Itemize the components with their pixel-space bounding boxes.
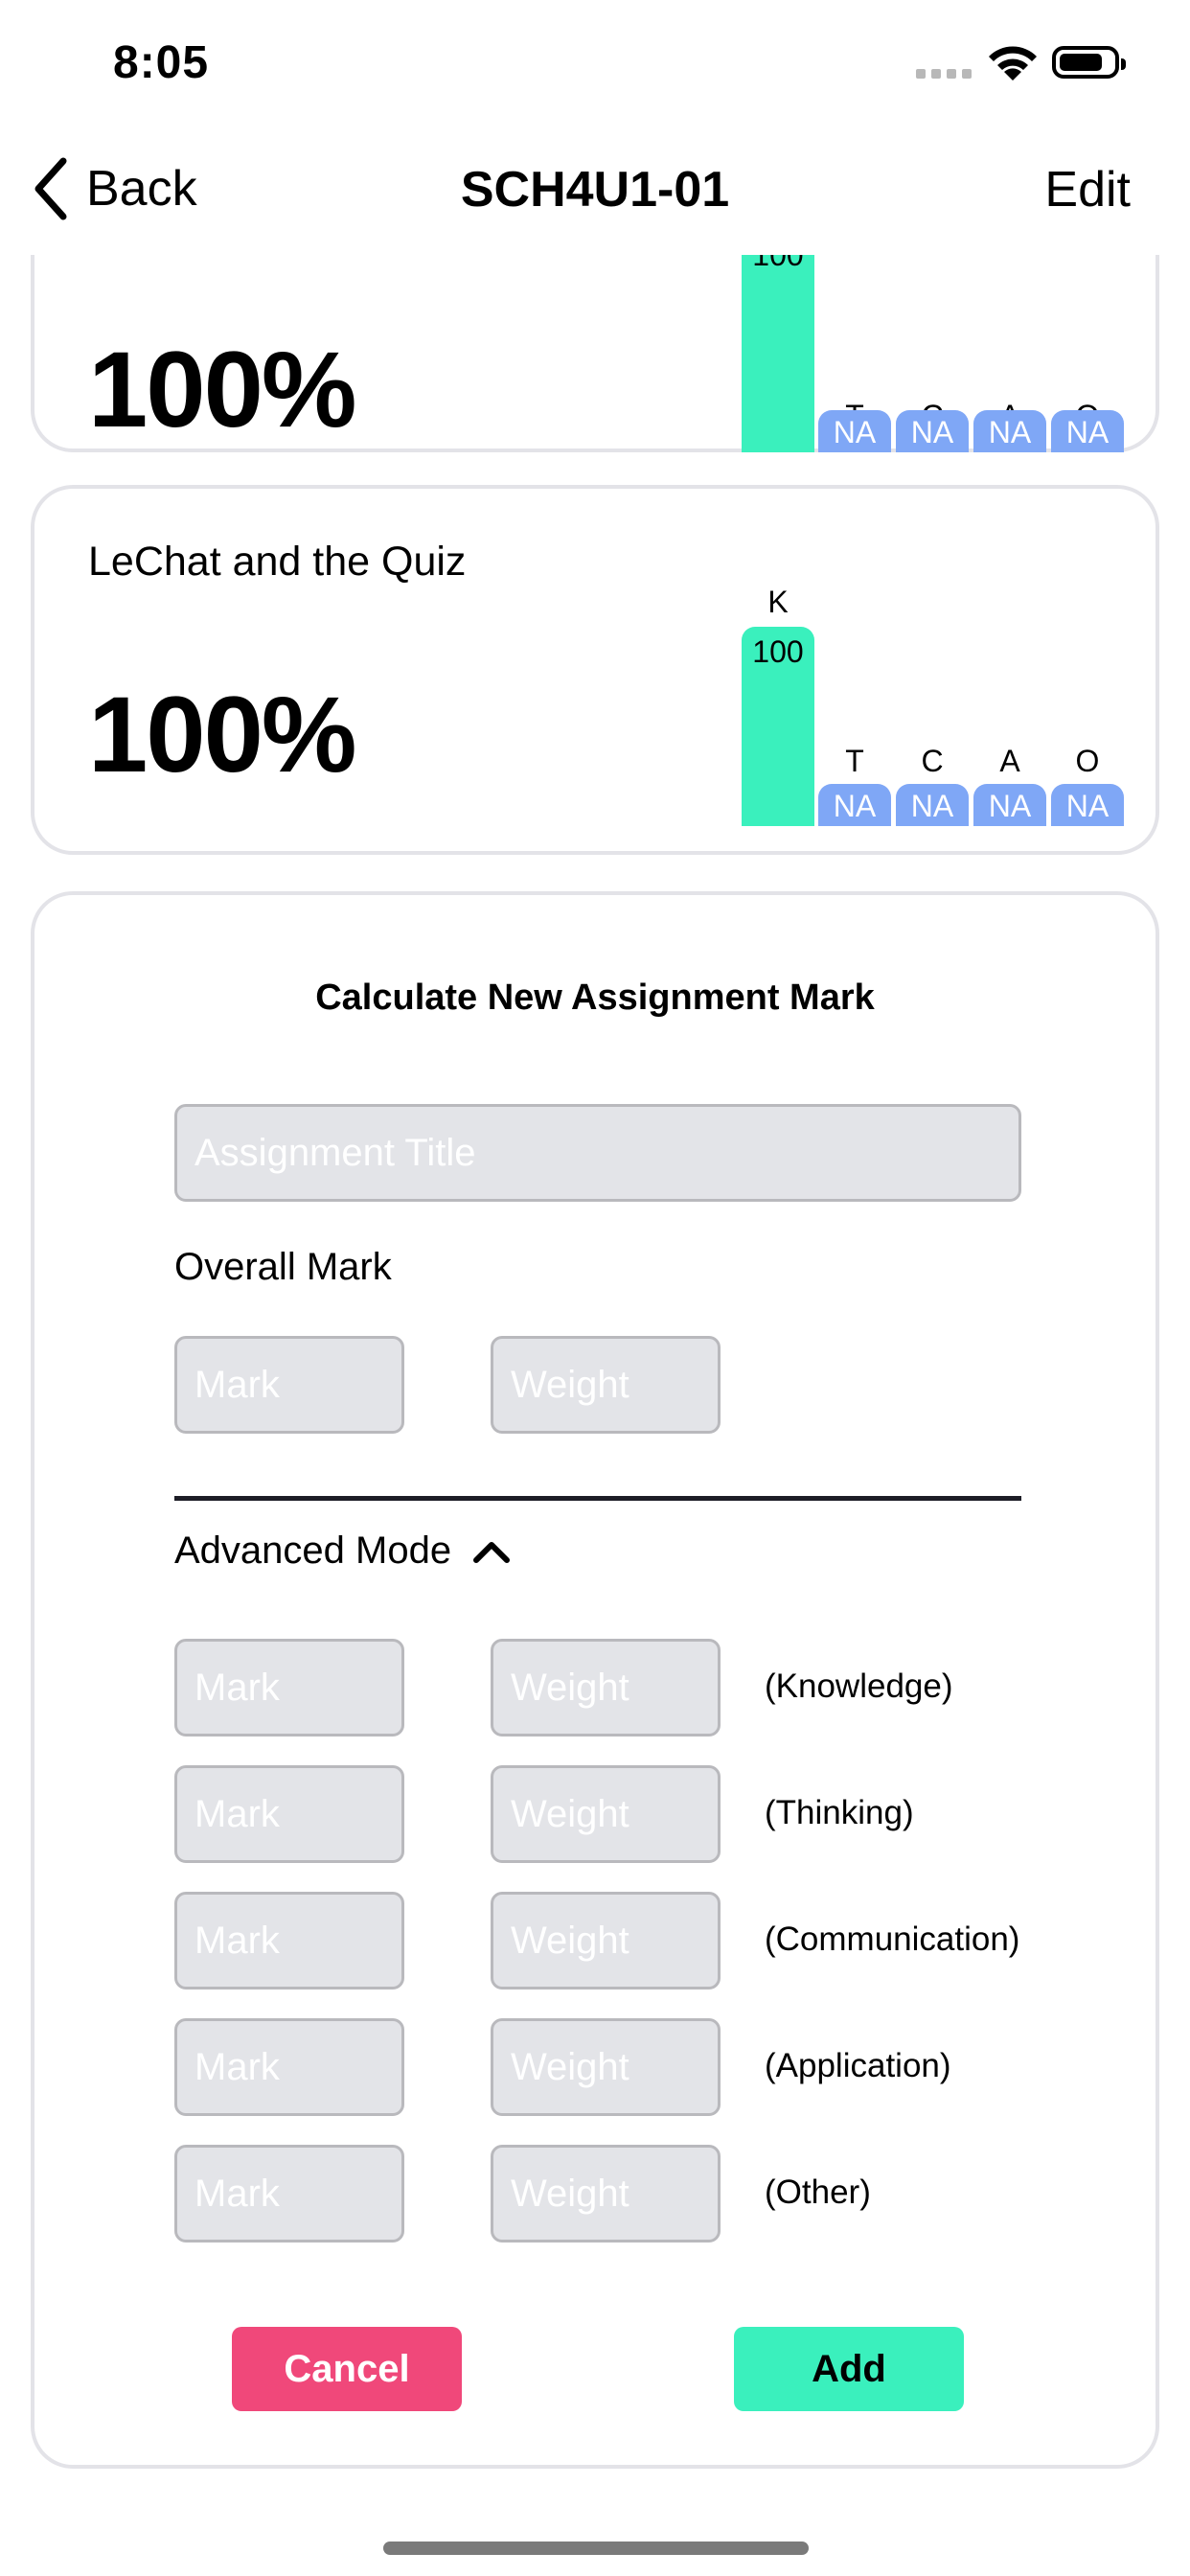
o-category-label: O [1075, 744, 1100, 778]
k-bar-value: 100 [752, 255, 804, 272]
t-value-box: NA [818, 410, 891, 452]
a-value-box: NA [973, 784, 1046, 826]
thinking-weight-input[interactable]: Weight [491, 1765, 721, 1863]
a-category-label: A [999, 744, 1020, 778]
application-mark-input[interactable]: Mark [174, 2018, 404, 2116]
advanced-mode-label: Advanced Mode [174, 1530, 452, 1572]
chevron-up-icon [473, 1541, 511, 1563]
c-category-label: C [921, 744, 944, 778]
c-value-box: NA [896, 410, 969, 452]
communication-mark-input[interactable]: Mark [174, 1892, 404, 1990]
knowledge-weight-input[interactable]: Weight [491, 1639, 721, 1736]
calculate-assignment-card: Calculate New Assignment Mark Assignment… [31, 891, 1159, 2469]
assignment-card[interactable]: 100% K 100 T C A O NA NA NA NA [31, 255, 1159, 452]
assignment-list[interactable]: 100% K 100 T C A O NA NA NA NA LeChat an… [0, 255, 1190, 2576]
assignment-overall-mark: 100% [88, 330, 356, 449]
c-value-box: NA [896, 784, 969, 826]
other-weight-input[interactable]: Weight [491, 2145, 721, 2242]
edit-button[interactable]: Edit [1044, 161, 1131, 218]
application-weight-input[interactable]: Weight [491, 2018, 721, 2116]
assignment-overall-mark: 100% [88, 675, 356, 794]
overall-weight-input[interactable]: Weight [491, 1336, 721, 1434]
o-value-box: NA [1051, 410, 1124, 452]
communication-weight-input[interactable]: Weight [491, 1892, 721, 1990]
t-value-box: NA [818, 784, 891, 826]
overall-mark-input[interactable]: Mark [174, 1336, 404, 1434]
add-button[interactable]: Add [734, 2327, 964, 2411]
application-label: (Application) [765, 2047, 951, 2084]
k-bar: 100 [742, 255, 814, 452]
a-value-box: NA [973, 410, 1046, 452]
calculator-title: Calculate New Assignment Mark [315, 978, 875, 1018]
assignment-card[interactable]: LeChat and the Quiz 100% K 100 T C A O N… [31, 485, 1159, 855]
home-indicator[interactable] [383, 2542, 809, 2555]
thinking-label: (Thinking) [765, 1794, 914, 1831]
overall-mark-label: Overall Mark [174, 1246, 392, 1288]
t-category-label: T [845, 744, 864, 778]
assignment-title-input[interactable]: Assignment Title [174, 1104, 1021, 1202]
divider [174, 1496, 1021, 1501]
page-title: SCH4U1-01 [460, 162, 730, 218]
other-label: (Other) [765, 2174, 871, 2211]
status-time: 8:05 [113, 37, 210, 88]
cancel-button[interactable]: Cancel [232, 2327, 462, 2411]
other-mark-input[interactable]: Mark [174, 2145, 404, 2242]
knowledge-label: (Knowledge) [765, 1668, 953, 1705]
k-bar-value: 100 [752, 634, 804, 669]
cellular-signal-icon [916, 69, 972, 79]
assignment-title: LeChat and the Quiz [88, 539, 467, 585]
advanced-mode-toggle[interactable]: Advanced Mode [174, 1530, 511, 1573]
o-value-box: NA [1051, 784, 1124, 826]
wifi-icon [989, 46, 1037, 80]
knowledge-mark-input[interactable]: Mark [174, 1639, 404, 1736]
k-bar: 100 [742, 627, 814, 826]
battery-icon [1052, 46, 1126, 79]
communication-label: (Communication) [765, 1920, 1020, 1958]
k-category-label: K [767, 585, 789, 619]
thinking-mark-input[interactable]: Mark [174, 1765, 404, 1863]
